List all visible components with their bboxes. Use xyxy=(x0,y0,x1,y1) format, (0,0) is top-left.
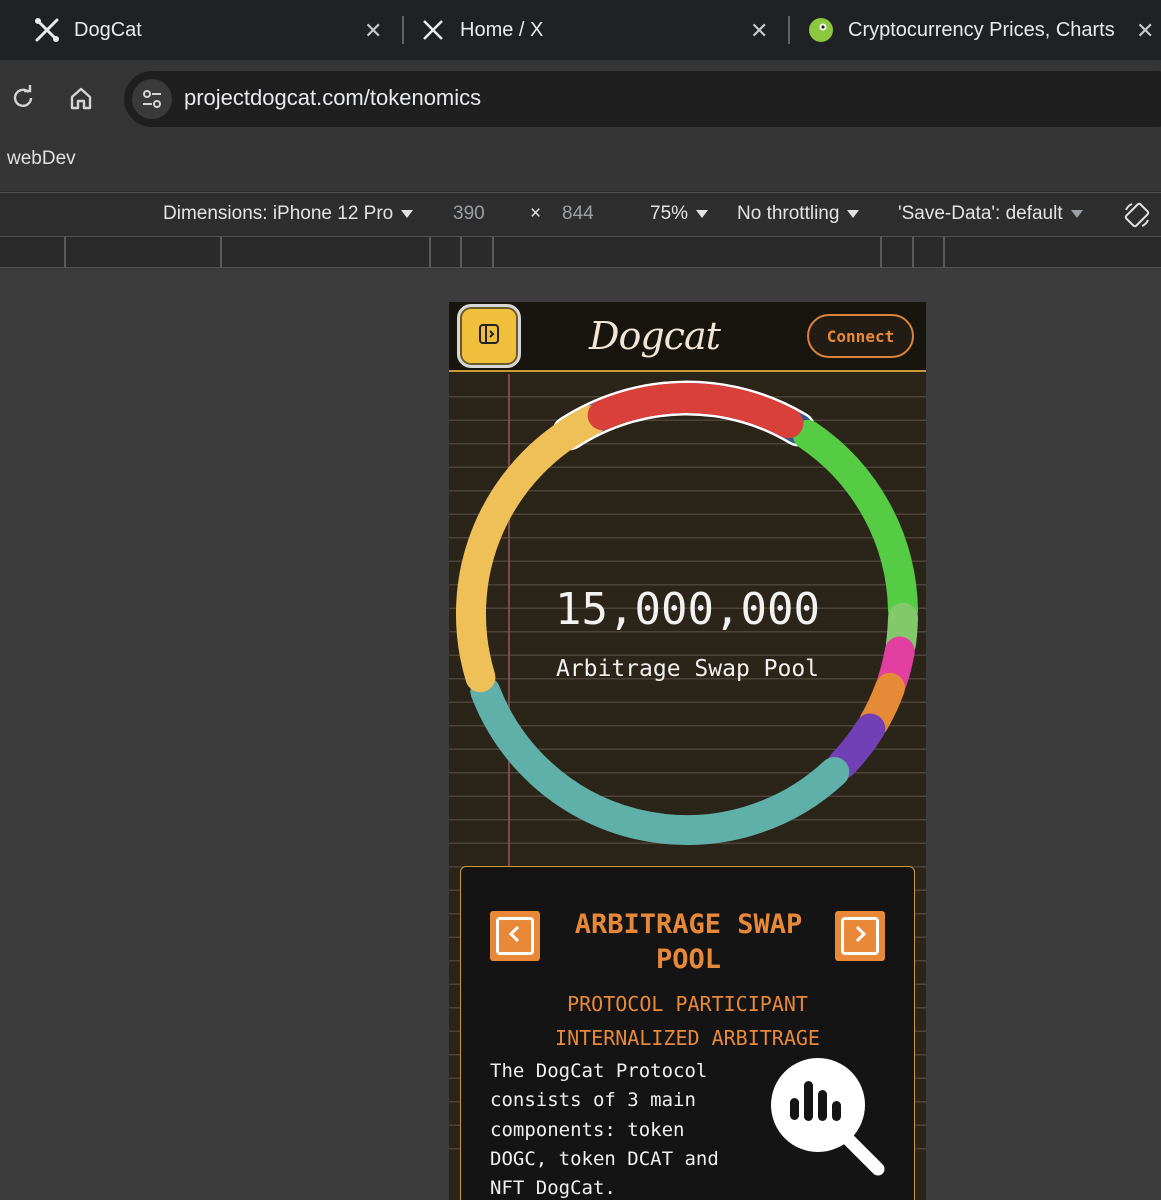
tab-dogcat[interactable]: DogCat ✕ xyxy=(34,0,394,60)
height-input[interactable]: 844 xyxy=(562,203,594,225)
donut-segment[interactable] xyxy=(827,713,886,779)
donut-center-value: 15,000,000 xyxy=(555,584,820,635)
bookmarks-bar: webDev xyxy=(0,138,1161,192)
close-tab-icon[interactable]: ✕ xyxy=(1136,18,1154,44)
chevron-down-icon xyxy=(401,209,414,218)
chevron-down-icon xyxy=(847,209,860,218)
ruler-mark xyxy=(492,237,494,268)
zoom-select[interactable]: 75% xyxy=(650,203,709,225)
card-subtitle-line: INTERNALIZED ARBITRAGE xyxy=(555,1026,820,1050)
donut-segment[interactable] xyxy=(470,676,850,845)
url-text[interactable]: projectdogcat.com/tokenomics xyxy=(184,85,481,111)
dimension-times-icon: × xyxy=(530,203,542,224)
device-viewport: Dogcat Connect 15,000,000 Arbitrage Swap… xyxy=(449,302,926,1200)
sidebar-icon xyxy=(477,322,501,351)
media-query-ruler xyxy=(0,237,1161,268)
browser-tab-strip: DogCat ✕ Home / X ✕ Cryptocurrency Price… xyxy=(0,0,1161,60)
reload-icon[interactable] xyxy=(9,84,39,114)
chevron-left-icon xyxy=(507,925,523,948)
browser-toolbar: projectdogcat.com/tokenomics xyxy=(0,60,1161,138)
tab-separator xyxy=(402,16,404,44)
chevron-down-icon xyxy=(1070,209,1083,218)
analytics-search-icon xyxy=(766,1055,891,1185)
tab-coingecko[interactable]: Cryptocurrency Prices, Charts ✕ xyxy=(808,0,1161,60)
tab-title: DogCat xyxy=(74,18,142,41)
chevron-down-icon xyxy=(696,209,709,218)
ruler-mark xyxy=(943,237,945,268)
home-icon[interactable] xyxy=(67,84,97,114)
save-data-select[interactable]: 'Save-Data': default xyxy=(898,203,1083,225)
allocation-info-card: ARBITRAGE SWAP POOL PROTOCOL PARTICIPANT… xyxy=(460,866,915,1200)
chevron-right-icon xyxy=(852,925,868,948)
ruler-mark xyxy=(64,237,66,268)
site-settings-icon[interactable] xyxy=(132,79,172,119)
dogcat-logo[interactable]: Dogcat xyxy=(589,314,721,358)
save-data-label: 'Save-Data': default xyxy=(898,203,1063,224)
next-button[interactable] xyxy=(835,911,885,961)
card-subtitle: PROTOCOL PARTICIPANT INTERNALIZED ARBITR… xyxy=(461,987,914,1055)
sidebar-toggle-button[interactable] xyxy=(457,304,521,368)
ruler-mark xyxy=(460,237,462,268)
card-subtitle-line: PROTOCOL PARTICIPANT xyxy=(567,992,808,1016)
crossed-tools-icon xyxy=(34,17,60,43)
donut-segment[interactable] xyxy=(587,383,804,439)
width-input[interactable]: 390 xyxy=(453,203,485,225)
ruler-mark xyxy=(880,237,882,268)
device-select[interactable]: Dimensions: iPhone 12 Pro xyxy=(163,203,414,225)
device-toolbar: Dimensions: iPhone 12 Pro 390 × 844 75% … xyxy=(0,192,1161,237)
ruler-mark xyxy=(912,237,914,268)
close-tab-icon[interactable]: ✕ xyxy=(364,18,382,44)
close-tab-icon[interactable]: ✕ xyxy=(750,18,768,44)
tab-x-home[interactable]: Home / X ✕ xyxy=(420,0,780,60)
card-title: ARBITRAGE SWAP POOL xyxy=(574,909,803,975)
bookmark-webdev[interactable]: webDev xyxy=(7,148,76,170)
zoom-label: 75% xyxy=(650,203,689,224)
card-description: The DogCat Protocol consists of 3 main c… xyxy=(490,1060,719,1200)
donut-center-label: Arbitrage Swap Pool xyxy=(555,656,820,682)
tab-title: Home / X xyxy=(460,18,544,41)
ruler-mark xyxy=(220,237,222,268)
throttling-select[interactable]: No throttling xyxy=(737,203,860,225)
address-bar[interactable]: projectdogcat.com/tokenomics xyxy=(124,71,1161,127)
device-label: Dimensions: iPhone 12 Pro xyxy=(163,203,394,224)
donut-segment[interactable] xyxy=(455,404,608,693)
tab-separator xyxy=(788,16,790,44)
rotate-icon[interactable] xyxy=(1122,200,1152,236)
tab-title: Cryptocurrency Prices, Charts xyxy=(848,18,1115,41)
throttling-label: No throttling xyxy=(737,203,840,224)
x-logo-icon xyxy=(420,17,446,43)
app-header: Dogcat Connect xyxy=(449,302,926,372)
ruler-mark xyxy=(429,237,431,268)
connect-button[interactable]: Connect xyxy=(807,314,914,358)
previous-button[interactable] xyxy=(490,911,540,961)
gecko-icon xyxy=(808,17,834,43)
